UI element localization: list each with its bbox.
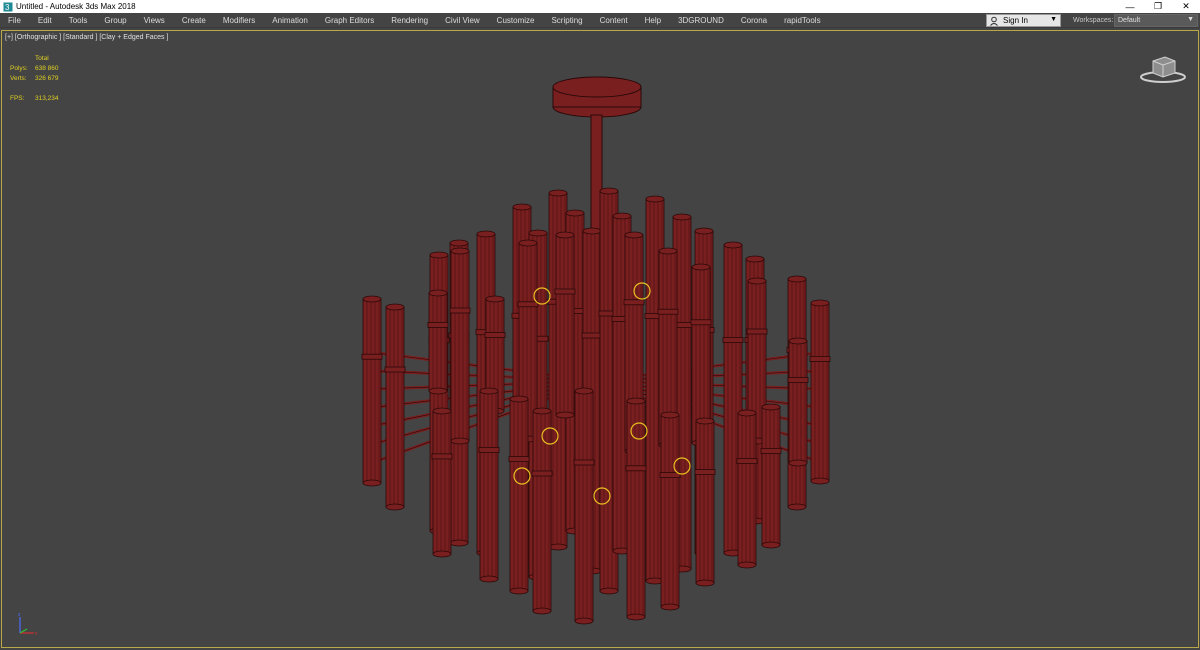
svg-text:x: x [35,631,38,637]
menu-content[interactable]: Content [592,13,637,28]
menu-3dground[interactable]: 3DGROUND [670,13,733,28]
stats-fps-label: FPS: [10,95,25,102]
stats-polys-label: Polys: [10,65,28,72]
sign-in-label: Sign In [1003,16,1028,25]
sign-in-dropdown[interactable]: Sign In ▼ [986,14,1061,27]
viewcube-icon[interactable] [1138,49,1188,89]
chandelier-model [361,76,831,625]
menu-create[interactable]: Create [174,13,215,28]
menu-bar: File Edit Tools Group Views Create Modif… [0,13,1200,28]
menu-views[interactable]: Views [136,13,174,28]
tube [427,289,449,395]
tube [694,417,716,587]
menu-edit[interactable]: Edit [30,13,61,28]
menu-graph-editors[interactable]: Graph Editors [317,13,383,28]
menu-corona[interactable]: Corona [733,13,776,28]
menu-help[interactable]: Help [637,13,670,28]
menu-rapidtools[interactable]: rapidTools [776,13,829,28]
statistics-overlay: Total Polys: 638 860 Verts: 326 679 FPS: 31… [10,54,59,104]
tube [554,231,576,419]
user-icon [990,16,1000,26]
tube [760,403,782,549]
tube [431,407,453,558]
window-controls: — ❐ ✕ [1116,0,1200,13]
stats-verts-value: 326 679 [35,75,59,82]
stats-polys-value: 638 860 [35,65,59,72]
menu-modifiers[interactable]: Modifiers [215,13,264,28]
tube [787,337,809,467]
menu-animation[interactable]: Animation [264,13,317,28]
tube [361,295,383,487]
axis-tripod-icon: z x [10,611,40,641]
window-title: Untitled - Autodesk 3ds Max 2018 [16,2,136,11]
workspaces-label: Workspaces: [1073,17,1114,24]
menu-customize[interactable]: Customize [489,13,544,28]
tube [478,387,500,583]
tube [736,409,758,569]
restore-button[interactable]: ❐ [1144,0,1172,13]
menu-civil-view[interactable]: Civil View [437,13,489,28]
tube [625,397,647,621]
workspaces-select[interactable]: Default ▼ [1114,14,1198,27]
tube [449,247,471,445]
stats-total-header: Total [35,55,49,62]
menu-file[interactable]: File [0,13,30,28]
chevron-down-icon: ▼ [1050,16,1057,23]
orthographic-viewport[interactable]: [+] [Orthographic ] [Standard ] [Clay + … [1,30,1199,648]
workspaces-value: Default [1118,17,1141,24]
chevron-down-icon: ▼ [1187,16,1194,23]
tube [659,411,681,611]
tube [384,303,406,511]
menu-group[interactable]: Group [96,13,135,28]
close-button[interactable]: ✕ [1172,0,1200,13]
svg-text:3: 3 [5,3,10,12]
menu-scripting[interactable]: Scripting [543,13,591,28]
minimize-button[interactable]: — [1116,0,1144,13]
menu-rendering[interactable]: Rendering [383,13,437,28]
stats-verts-label: Verts: [10,75,27,82]
tube [508,395,530,595]
viewport-label[interactable]: [+] [Orthographic ] [Standard ] [Clay + … [5,34,168,41]
3dsmax-app-icon: 3 [3,2,13,12]
stats-fps-value: 313,234 [35,95,59,102]
title-bar: 3 Untitled - Autodesk 3ds Max 2018 — ❐ ✕ [0,0,1200,13]
tube [573,387,595,625]
tube [809,299,831,485]
canopy-top [552,76,642,98]
menu-tools[interactable]: Tools [61,13,97,28]
